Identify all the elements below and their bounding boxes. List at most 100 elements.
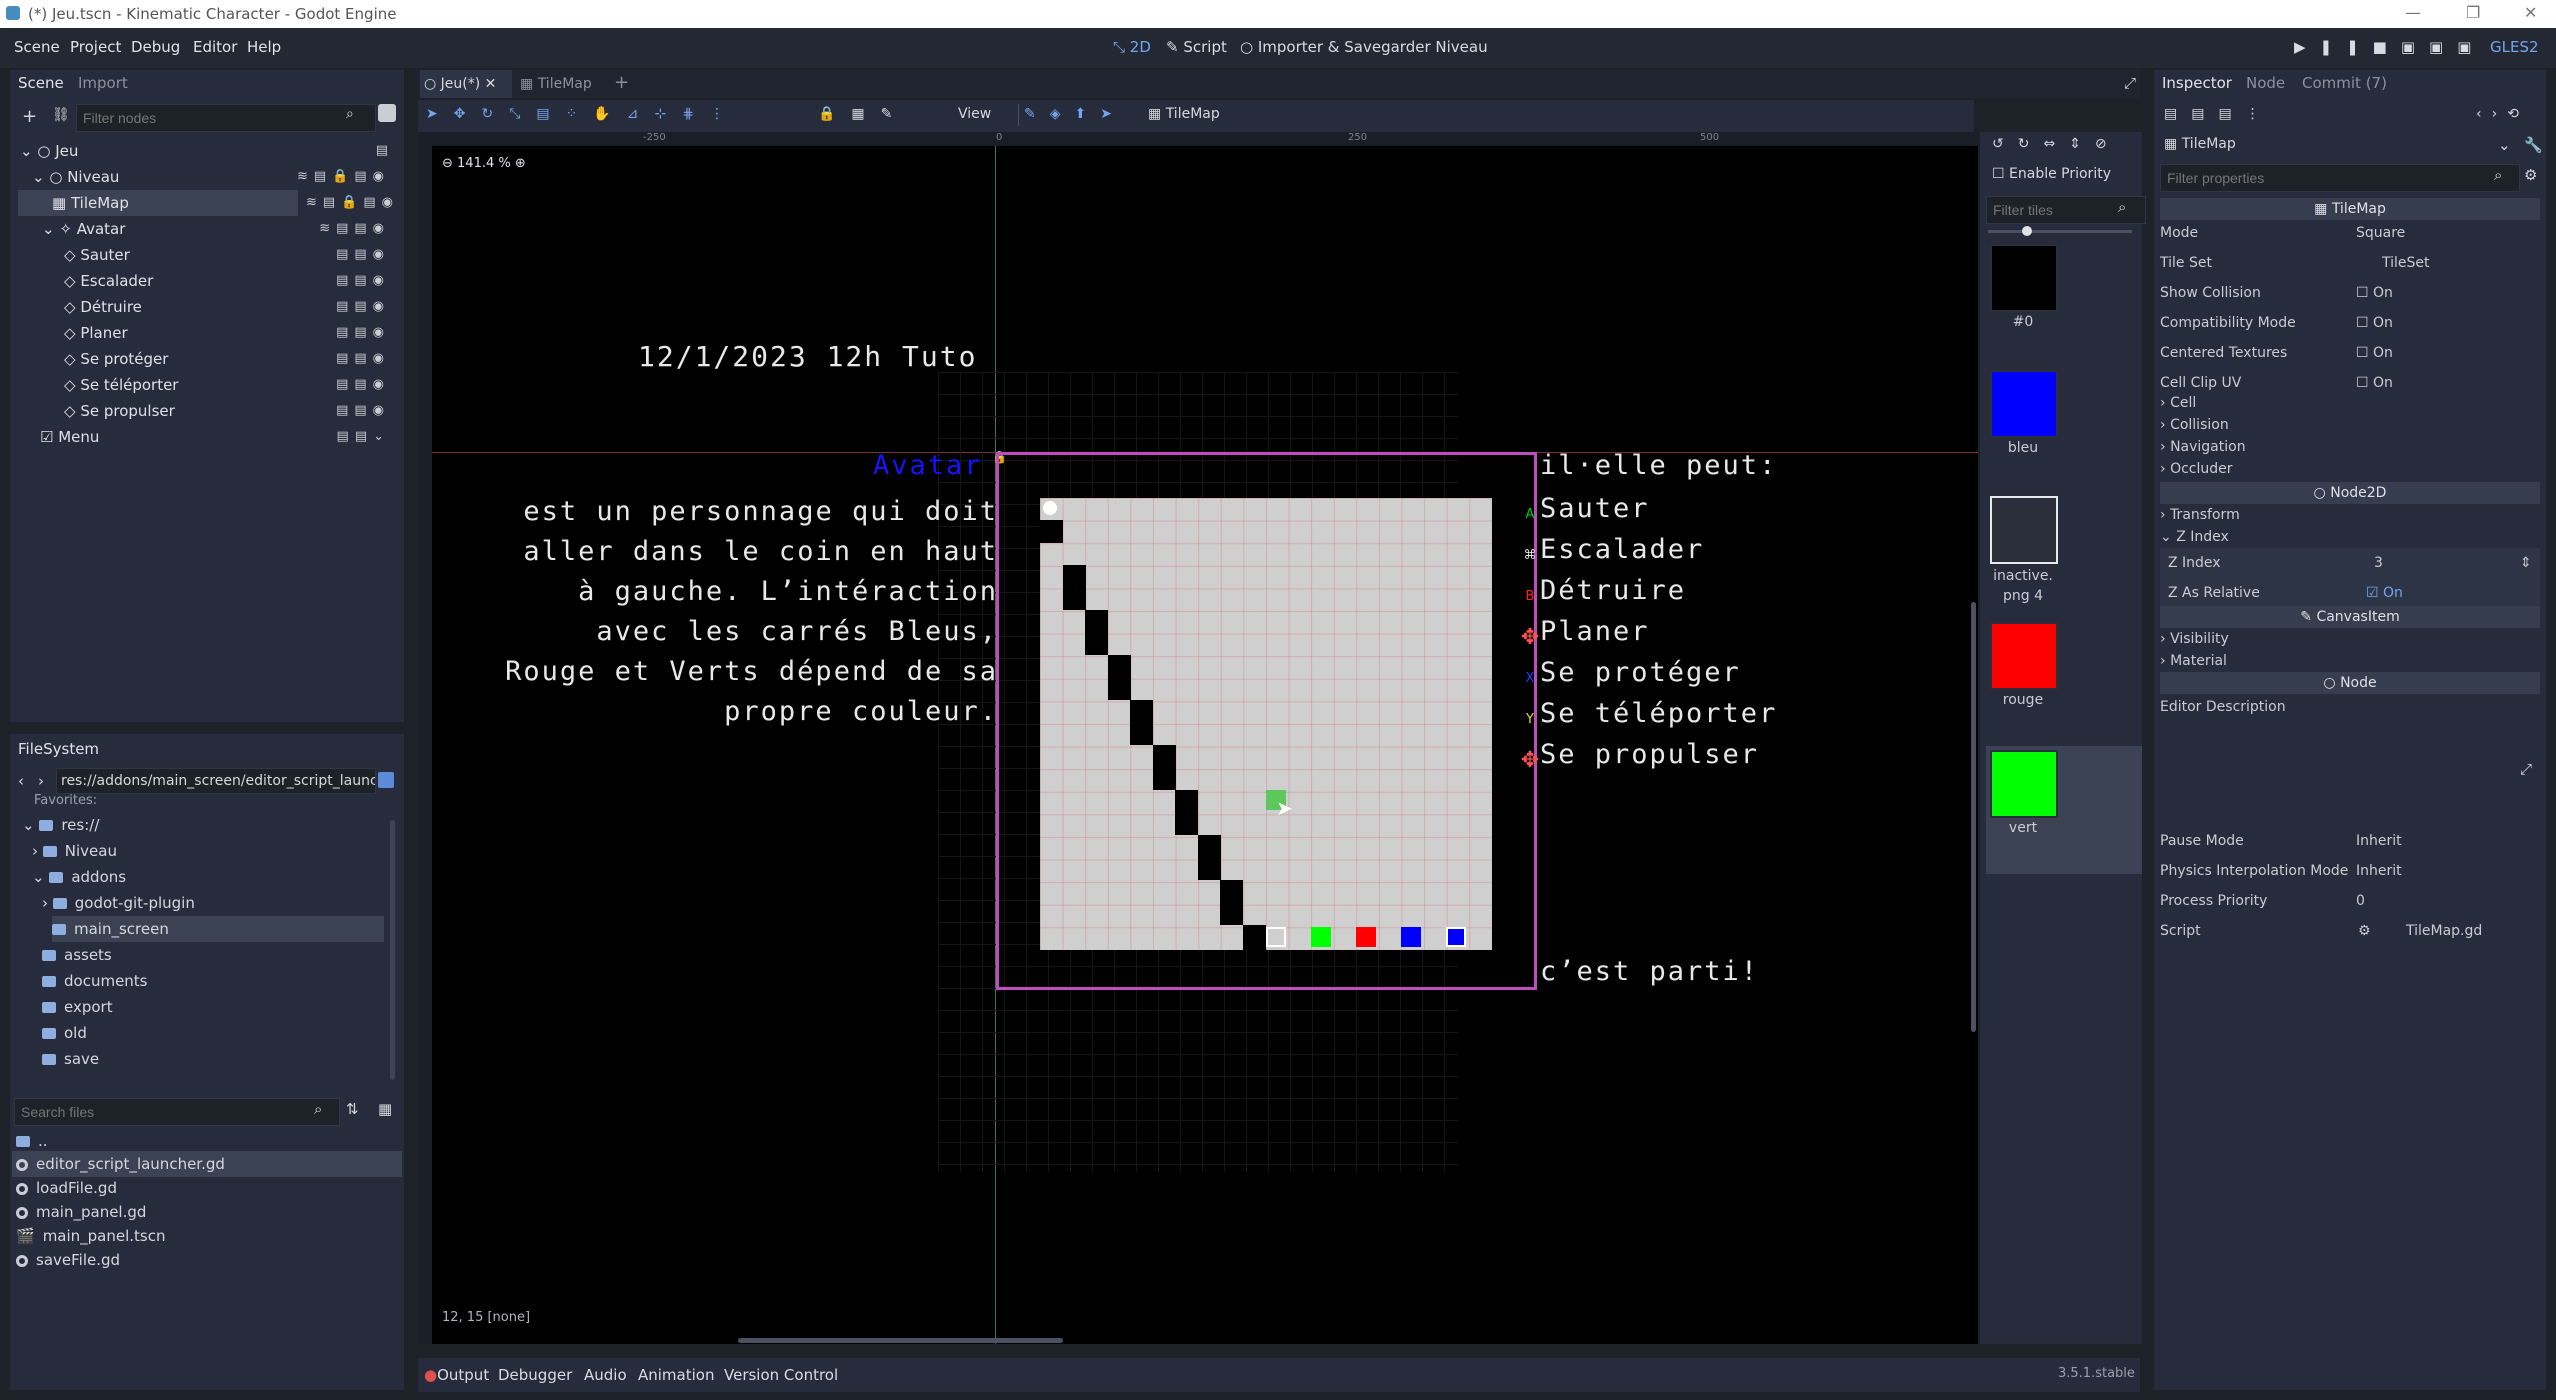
node-visibility-icons[interactable]: ▤▤⌄ [337, 424, 390, 450]
prop-value[interactable]: TileMap.gd [2406, 916, 2482, 946]
prop-tile-set[interactable]: Tile Set TileSet [2160, 248, 2540, 278]
zoom-controls[interactable]: ⊖ 141.4 % ⊕ [442, 156, 526, 171]
checkbox[interactable]: ☐ On [2356, 338, 2393, 368]
group-transform[interactable]: › Transform [2160, 504, 2540, 526]
tab-scene[interactable]: Scene [18, 74, 64, 92]
tile-size-slider[interactable] [1988, 230, 2132, 233]
script-icon[interactable] [378, 104, 396, 122]
fs-folder-export[interactable]: export [42, 994, 113, 1020]
inspector-toolbar-icons[interactable]: ▤▤▤⋮ [2164, 106, 2274, 122]
maximize-button[interactable]: ❐ [2466, 3, 2480, 22]
fs-folder-addons[interactable]: ⌄ addons [32, 864, 126, 890]
viewport-vscrollbar[interactable] [1971, 602, 1976, 1032]
minimize-button[interactable]: — [2405, 3, 2421, 22]
clapperboard-icon[interactable]: ▤ [376, 138, 394, 164]
tab-commit[interactable]: Commit (7) [2302, 74, 2387, 92]
prop-value[interactable]: TileSet [2382, 248, 2430, 278]
tree-node-jeu[interactable]: ⌄ ○ Jeu ▤ [18, 138, 396, 164]
tab-animation[interactable]: Animation [638, 1366, 714, 1384]
node-visibility-icons[interactable]: ▤▤◉ [336, 294, 390, 320]
fs-folder-documents[interactable]: documents [42, 968, 148, 994]
spinner-icon[interactable]: ⇕ [2520, 548, 2532, 578]
distraction-free-icon[interactable]: ⤢ [2124, 74, 2136, 92]
mode-importer-button[interactable]: ○ Importer & Savegarder Niveau [1240, 38, 1488, 56]
level-grid[interactable]: ➤ [1040, 498, 1492, 950]
prop-centered-textures[interactable]: Centered Textures ☐ On [2160, 338, 2540, 368]
node-visibility-icons[interactable]: ≋▤🔒▤◉ [297, 164, 390, 190]
group-z-index[interactable]: ⌄ Z Index [2160, 526, 2540, 548]
tab-version-control[interactable]: Version Control [724, 1366, 838, 1384]
menu-debug[interactable]: Debug [131, 38, 180, 56]
mode-2d-button[interactable]: ⤡ 2D [1113, 38, 1151, 56]
avatar-sprite[interactable] [1043, 501, 1057, 515]
group-cell[interactable]: › Cell [2160, 392, 2540, 414]
tree-node-menu[interactable]: ☑ Menu ▤▤⌄ [18, 424, 396, 450]
expand-icon[interactable]: ⤢ [2520, 760, 2532, 778]
checkbox[interactable]: ☐ On [2356, 278, 2393, 308]
fs-folder-godot-git-plugin[interactable]: › godot-git-plugin [42, 890, 195, 916]
tilemap-paint-icons[interactable]: ✎◈⬆➤ [1024, 106, 1126, 122]
viewport[interactable]: -250 0 250 500 ⊖ 141.4 % ⊕ 12/1/2023 12h… [418, 132, 1978, 1344]
prop-value[interactable]: 0 [2356, 886, 2365, 916]
fs-folder-niveau[interactable]: › Niveau [32, 838, 117, 864]
settings-icon[interactable]: ⚙ [2524, 166, 2537, 184]
prop-value[interactable]: 3 [2374, 548, 2383, 578]
add-node-icon[interactable]: + [22, 106, 37, 127]
snap-tool-icons[interactable]: 🔒▦✎ [818, 106, 908, 122]
filesystem-scrollbar[interactable] [390, 820, 395, 1080]
file-row[interactable]: editor_script_launcher.gd [12, 1151, 402, 1177]
tree-node-avatar[interactable]: ⌄ ✧ Avatar ≋▤▤◉ [18, 216, 396, 242]
node-visibility-icons[interactable]: ▤▤◉ [336, 242, 390, 268]
view-menu[interactable]: View [958, 106, 991, 122]
search-files-input[interactable] [14, 1098, 340, 1126]
tree-node-se-propulser[interactable]: ◇ Se propulser ▤▤◉ [18, 398, 396, 424]
chevron-down-icon[interactable]: ⌄ [2498, 136, 2511, 154]
prop-value[interactable]: Square [2356, 218, 2405, 248]
tile-swatch-red[interactable] [1990, 622, 2058, 690]
checkbox[interactable]: ☑ On [2366, 578, 2403, 608]
enable-priority-checkbox[interactable]: ☐ Enable Priority [1992, 166, 2111, 182]
group-visibility[interactable]: › Visibility [2160, 628, 2540, 650]
menu-editor[interactable]: Editor [193, 38, 237, 56]
fs-folder-assets[interactable]: assets [42, 942, 112, 968]
editor-description-field[interactable] [2160, 718, 2540, 818]
new-tab-icon[interactable]: + [614, 72, 629, 93]
tile-swatch-blue[interactable] [1990, 370, 2058, 438]
prop-value[interactable]: Inherit [2356, 856, 2402, 886]
tree-node-sauter[interactable]: ◇ Sauter ▤▤◉ [18, 242, 396, 268]
canvas-tool-icons[interactable]: ➤✥↻⤡▤⁘✋⊿⊹⋕⋮ [426, 106, 740, 122]
fs-folder-old[interactable]: old [42, 1020, 87, 1046]
tab-tilemap[interactable]: ▦ TileMap [520, 70, 592, 98]
tab-output[interactable]: ●Output [424, 1366, 489, 1384]
tree-node-detruire[interactable]: ◇ Détruire ▤▤◉ [18, 294, 396, 320]
link-icon[interactable]: ⛓ [52, 107, 70, 123]
tab-import[interactable]: Import [78, 74, 128, 92]
prop-compatibility-mode[interactable]: Compatibility Mode ☐ On [2160, 308, 2540, 338]
file-row[interactable]: loadFile.gd [16, 1175, 117, 1201]
file-row[interactable]: saveFile.gd [16, 1247, 120, 1273]
group-material[interactable]: › Material [2160, 650, 2540, 672]
node-visibility-icons[interactable]: ▤▤◉ [336, 346, 390, 372]
tab-node[interactable]: Node [2246, 74, 2285, 92]
split-view-icon[interactable] [378, 772, 394, 788]
inspected-object[interactable]: ▦ TileMap [2164, 136, 2236, 152]
tile-swatch-black[interactable] [1990, 244, 2058, 312]
tree-node-escalader[interactable]: ◇ Escalader ▤▤◉ [18, 268, 396, 294]
node-visibility-icons[interactable]: ▤▤◉ [336, 268, 390, 294]
menu-help[interactable]: Help [247, 38, 281, 56]
node-visibility-icons[interactable]: ≋▤▤◉ [319, 216, 390, 242]
tile-swatch-green[interactable] [1990, 750, 2058, 818]
file-row[interactable]: main_panel.gd [16, 1199, 146, 1225]
tree-node-niveau[interactable]: ⌄ ○ Niveau ≋▤🔒▤◉ [18, 164, 396, 190]
tree-node-se-proteger[interactable]: ◇ Se protéger ▤▤◉ [18, 346, 396, 372]
fs-folder-res[interactable]: ⌄ res:// [22, 812, 99, 838]
prop-process-priority[interactable]: Process Priority 0 [2160, 886, 2540, 916]
viewport-hscrollbar[interactable] [738, 1338, 1063, 1343]
group-navigation[interactable]: › Navigation [2160, 436, 2540, 458]
tile-size-slider-handle[interactable] [2022, 226, 2032, 236]
close-button[interactable]: ✕ [2524, 3, 2537, 22]
grid-view-icon[interactable]: ▦ [378, 1100, 392, 1118]
prop-physics-interpolation-mode[interactable]: Physics Interpolation Mode Inherit [2160, 856, 2540, 886]
node-visibility-icons[interactable]: ▤▤◉ [336, 372, 390, 398]
close-icon[interactable]: ✕ [485, 76, 497, 92]
